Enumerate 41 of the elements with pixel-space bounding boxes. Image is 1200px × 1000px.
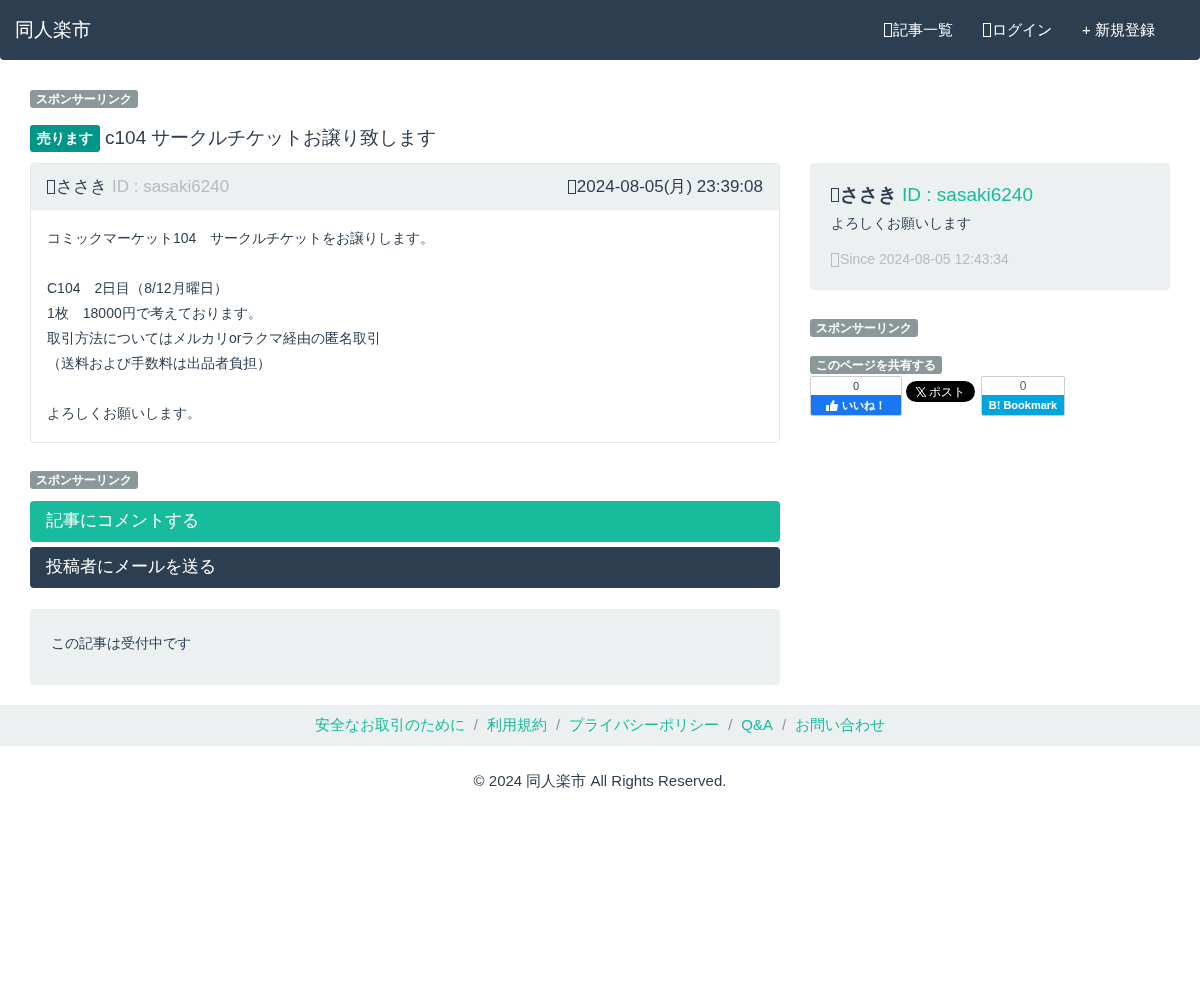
separator: /: [782, 714, 787, 735]
section-label: スポンサーリンク: [810, 319, 918, 337]
author-id: ID : sasaki6240: [112, 175, 230, 198]
placeholder-glyph-icon: [831, 187, 839, 202]
member-since: Since 2024-08-05 12:43:34: [840, 250, 1009, 269]
section-label: スポンサーリンク: [30, 90, 138, 108]
profile-id: ID : sasaki6240: [902, 182, 1033, 207]
post-body-text: コミックマーケット104 サークルチケットをお譲りします。: [47, 228, 436, 248]
nav-link[interactable]: ログイン: [968, 18, 1068, 42]
status-text: この記事は受付中です: [51, 634, 191, 651]
thumbs-up-icon: [826, 399, 838, 411]
hatena-bookmark-widget[interactable]: 0 B! Bookmark: [981, 376, 1065, 416]
placeholder-glyph-icon: [884, 23, 893, 37]
placeholder-glyph-icon: [983, 23, 992, 37]
placeholder-glyph-icon: [567, 179, 576, 194]
hatena-logo: B!: [988, 398, 1001, 413]
separator: /: [728, 714, 733, 735]
site-logo[interactable]: 同人楽市: [15, 15, 91, 45]
placeholder-glyph-icon: [831, 252, 839, 267]
section-label: このページを共有する: [810, 356, 942, 374]
like-label: いいね！: [842, 398, 886, 413]
placeholder-glyph-icon: [47, 179, 55, 194]
author-name: ささき: [56, 175, 107, 198]
bookmark-label: Bookmark: [1003, 398, 1058, 413]
post-date: 2024-08-05(月) 23:39:08: [576, 175, 763, 198]
x-logo-icon: [916, 386, 926, 397]
copyright: © 2024 同人楽市 All Rights Reserved.: [472, 770, 728, 791]
separator: /: [556, 714, 561, 735]
profile-name: ささき: [840, 182, 897, 207]
x-post-button[interactable]: ポスト: [906, 381, 975, 402]
separator: /: [473, 714, 478, 735]
post-title: c104 サークルチケットお譲り致します: [105, 126, 437, 150]
nav-link[interactable]: + 新規登録: [1067, 18, 1170, 42]
post-body-text: よろしくお願いします。: [47, 403, 202, 423]
profile-bio: よろしくお願いします: [831, 214, 972, 233]
section-label: スポンサーリンク: [30, 470, 138, 489]
sale-tag: 売ります: [30, 124, 100, 152]
post-body-text: C104 2日目（8/12月曜日） 1枚 18000円で考えております。 取引方法についてはメルカリorラクマ経由の匿名取引 （送料および手数料は出品者負担）: [47, 278, 383, 373]
facebook-like-widget[interactable]: 0 いいね！: [810, 376, 902, 416]
nav-link[interactable]: 記事一覧: [869, 18, 969, 42]
action-button[interactable]: 投稿者にメールを送る: [30, 546, 780, 588]
